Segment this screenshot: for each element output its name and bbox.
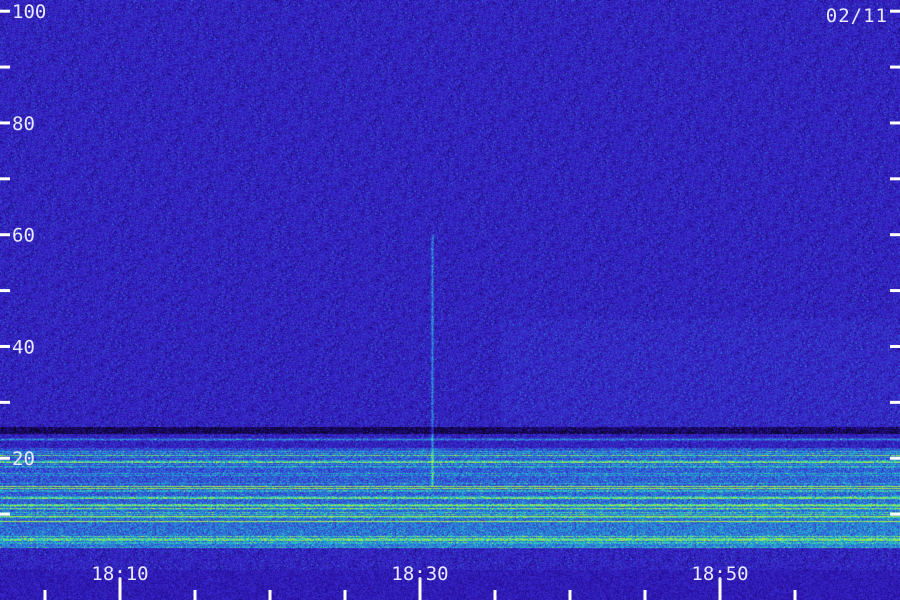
y-tick-label-40: 40 [12,336,35,358]
x-tick-label-10: 18:10 [91,563,148,585]
spectrogram-axes: 20 40 60 80 100 18:10 18:30 18:50 [0,1,900,600]
y-tick-label-20: 20 [12,448,35,470]
y-tick-label-60: 60 [12,225,35,247]
y-tick-label-80: 80 [12,113,35,135]
spectrogram: 20 40 60 80 100 18:10 18:30 18:50 02/11 [0,0,900,600]
x-tick-label-50: 18:50 [691,563,748,585]
date-label: 02/11 [825,5,888,27]
x-tick-label-30: 18:30 [391,563,448,585]
y-tick-label-100: 100 [12,1,46,23]
